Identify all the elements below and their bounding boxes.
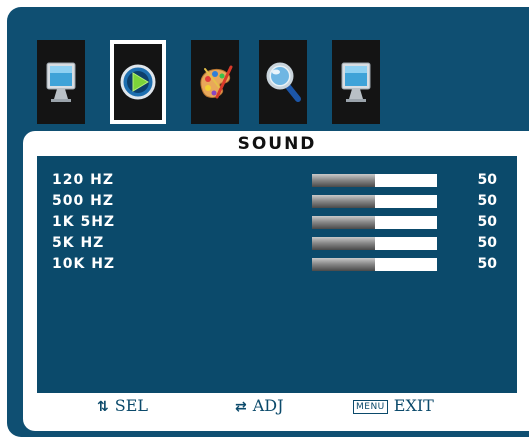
left-right-arrows-icon: ⇄ — [235, 399, 247, 415]
page-title: SOUND — [237, 134, 317, 154]
tab-sound[interactable] — [110, 40, 166, 124]
hint-exit-label: EXIT — [393, 396, 434, 415]
setting-row-1k5hz[interactable]: 1K 5HZ 50 — [37, 212, 517, 233]
setting-value: 50 — [477, 256, 497, 272]
level-bar[interactable] — [312, 174, 437, 187]
level-bar[interactable] — [312, 237, 437, 250]
setting-value: 50 — [477, 235, 497, 251]
setting-label: 10K HZ — [52, 256, 116, 272]
up-down-arrows-icon: ⇅ — [97, 399, 109, 415]
setting-row-500hz[interactable]: 500 HZ 50 — [37, 191, 517, 212]
sound-settings-list: 120 HZ 50 500 HZ 50 1K 5HZ 50 5K HZ 50 1… — [37, 156, 517, 393]
level-fill — [312, 216, 375, 229]
hint-select: ⇅ SEL — [97, 395, 148, 418]
setting-value: 50 — [477, 172, 497, 188]
level-fill — [312, 195, 375, 208]
level-bar[interactable] — [312, 258, 437, 271]
setting-row-120hz[interactable]: 120 HZ 50 — [37, 170, 517, 191]
tab-search[interactable] — [259, 40, 307, 124]
hint-select-label: SEL — [114, 396, 148, 415]
setting-label: 120 HZ — [52, 172, 114, 188]
setting-value: 50 — [477, 214, 497, 230]
hint-adjust-label: ADJ — [252, 396, 284, 415]
level-bar[interactable] — [312, 216, 437, 229]
level-fill — [312, 237, 375, 250]
monitor-icon — [46, 62, 76, 102]
level-fill — [312, 174, 375, 187]
key-hints: ⇅ SEL ⇄ ADJ MENU EXIT — [37, 393, 517, 419]
setting-row-10khz[interactable]: 10K HZ 50 — [37, 254, 517, 275]
menu-key-icon: MENU — [353, 400, 388, 414]
level-bar[interactable] — [312, 195, 437, 208]
hint-adjust: ⇄ ADJ — [235, 395, 284, 418]
magnifier-icon — [266, 62, 301, 102]
setting-label: 500 HZ — [52, 193, 114, 209]
hint-exit: MENU EXIT — [353, 395, 434, 417]
sound-play-icon — [120, 64, 156, 100]
level-fill — [312, 258, 375, 271]
monitor-settings-icon — [341, 62, 371, 102]
tab-setup[interactable] — [332, 40, 380, 124]
setting-row-5khz[interactable]: 5K HZ 50 — [37, 233, 517, 254]
setting-label: 5K HZ — [52, 235, 105, 251]
tab-picture[interactable] — [37, 40, 85, 124]
tab-color[interactable] — [191, 40, 239, 124]
setting-label: 1K 5HZ — [52, 214, 116, 230]
setting-value: 50 — [477, 193, 497, 209]
palette-icon — [200, 65, 233, 99]
